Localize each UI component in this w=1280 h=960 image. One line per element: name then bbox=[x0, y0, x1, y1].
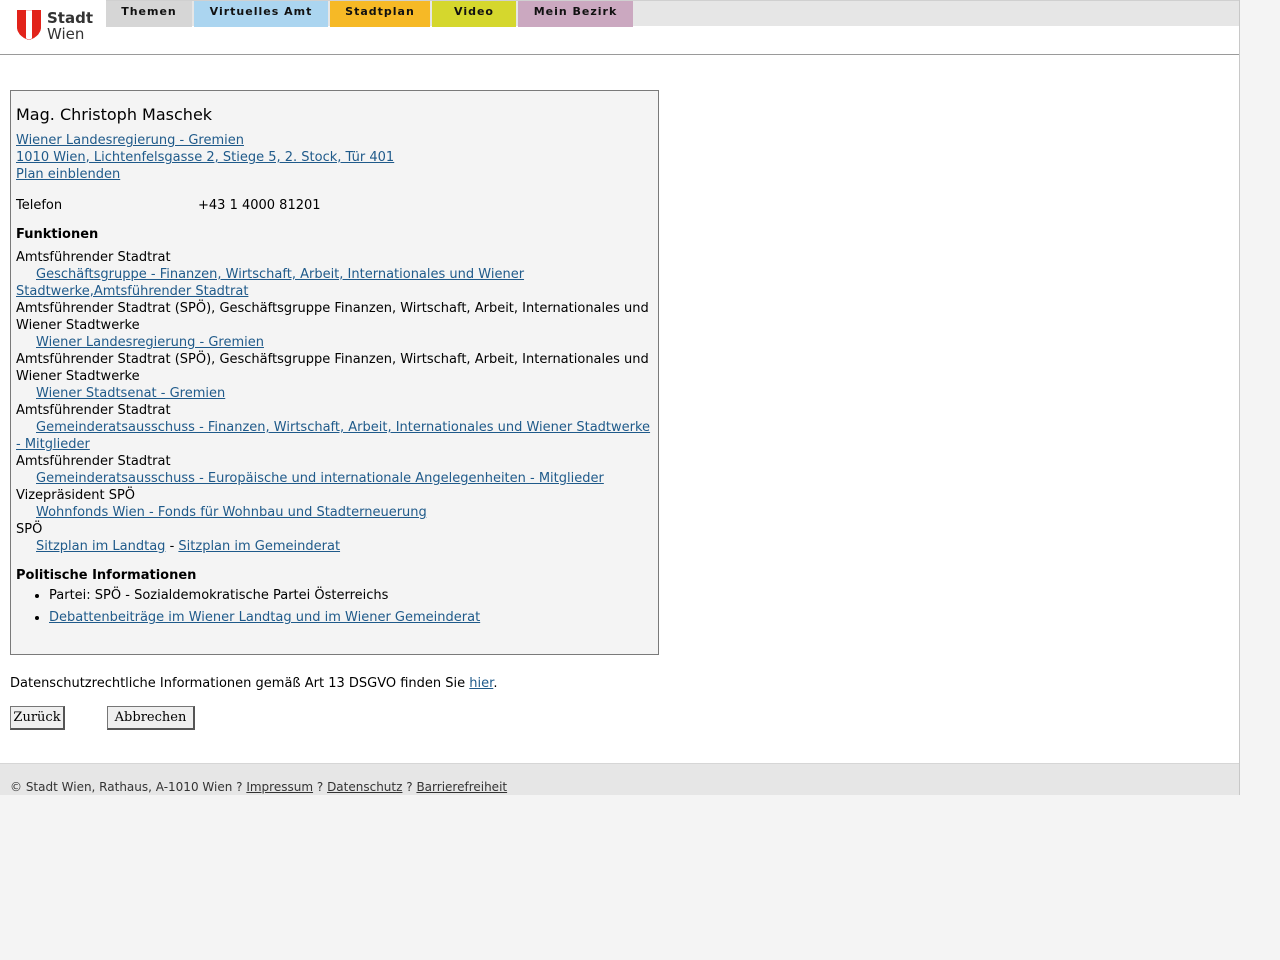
stadt-wien-logo[interactable]: Stadt Wien bbox=[17, 10, 97, 42]
function-role: Amtsführender Stadtrat (SPÖ), Geschäftsg… bbox=[16, 352, 649, 367]
footer-separator: ? bbox=[316, 780, 324, 794]
function-link-ausschuss-finanzen[interactable]: Gemeinderatsausschuss - Finanzen, Wirtsc… bbox=[36, 420, 650, 435]
seating-plan-links: Sitzplan im Landtag - Sitzplan im Gemein… bbox=[36, 539, 340, 554]
logo-text: Stadt Wien bbox=[47, 10, 93, 42]
debates-link[interactable]: Debattenbeiträge im Wiener Landtag und i… bbox=[49, 610, 480, 625]
logo-line-2: Wien bbox=[47, 25, 85, 43]
nav-tab-themen[interactable]: Themen bbox=[106, 1, 192, 27]
footer-copyright: © Stadt Wien, Rathaus, A-1010 Wien ? bbox=[10, 780, 243, 794]
function-role-cont: Wiener Stadtwerke bbox=[16, 369, 140, 384]
function-role: Amtsführender Stadtrat bbox=[16, 250, 171, 265]
function-link-wohnfonds[interactable]: Wohnfonds Wien - Fonds für Wohnbau und S… bbox=[36, 505, 427, 520]
person-name: Mag. Christoph Maschek bbox=[16, 105, 213, 124]
political-info-list: Partei: SPÖ - Sozialdemokratische Partei… bbox=[16, 587, 480, 631]
organisation-link[interactable]: Wiener Landesregierung - Gremien bbox=[16, 133, 244, 148]
back-button[interactable]: Zurück bbox=[10, 706, 65, 730]
footer-links: © Stadt Wien, Rathaus, A-1010 Wien ? Imp… bbox=[10, 780, 507, 794]
nav-tab-virtuelles-amt[interactable]: Virtuelles Amt bbox=[194, 1, 328, 27]
footer-separator: ? bbox=[406, 780, 413, 794]
nav-tab-mein-bezirk[interactable]: Mein Bezirk bbox=[518, 1, 633, 27]
logo-line-1: Stadt bbox=[47, 9, 94, 27]
function-link-landesregierung[interactable]: Wiener Landesregierung - Gremien bbox=[36, 335, 264, 350]
privacy-end: . bbox=[493, 676, 498, 691]
seating-plan-separator: - bbox=[169, 539, 175, 554]
function-role: SPÖ bbox=[16, 522, 43, 537]
phone-value: +43 1 4000 81201 bbox=[198, 198, 321, 213]
function-link-ausschuss-europa[interactable]: Gemeinderatsausschuss - Europäische und … bbox=[36, 471, 604, 486]
function-role: Amtsführender Stadtrat bbox=[16, 403, 171, 418]
function-role-cont: Wiener Stadtwerke bbox=[16, 318, 140, 333]
function-role: Amtsführender Stadtrat (SPÖ), Geschäftsg… bbox=[16, 301, 649, 316]
nav-tab-video[interactable]: Video bbox=[432, 1, 516, 27]
privacy-link[interactable]: hier bbox=[469, 676, 493, 691]
wien-shield-icon bbox=[17, 10, 41, 40]
privacy-notice: Datenschutzrechtliche Informationen gemä… bbox=[10, 676, 497, 691]
function-link-geschaeftsgruppe-cont[interactable]: Stadtwerke,Amtsführender Stadtrat bbox=[16, 284, 248, 299]
list-item: Debattenbeiträge im Wiener Landtag und i… bbox=[49, 609, 480, 626]
footer-barrierefreiheit-link[interactable]: Barrierefreiheit bbox=[416, 780, 507, 794]
main-navigation: Themen Virtuelles Amt Stadtplan Video Me… bbox=[106, 0, 1239, 27]
page: Stadt Wien Themen Virtuelles Amt Stadtpl… bbox=[0, 0, 1240, 795]
privacy-text: Datenschutzrechtliche Informationen gemä… bbox=[10, 676, 466, 691]
function-link-stadtsenat[interactable]: Wiener Stadtsenat - Gremien bbox=[36, 386, 225, 401]
footer-impressum-link[interactable]: Impressum bbox=[246, 780, 313, 794]
phone-label: Telefon bbox=[16, 198, 63, 213]
person-profile-box: Mag. Christoph Maschek Wiener Landesregi… bbox=[10, 90, 659, 655]
seating-plan-landtag-link[interactable]: Sitzplan im Landtag bbox=[36, 539, 165, 554]
show-map-link[interactable]: Plan einblenden bbox=[16, 167, 120, 182]
function-link-ausschuss-finanzen-cont[interactable]: - Mitglieder bbox=[16, 437, 90, 452]
site-header: Stadt Wien Themen Virtuelles Amt Stadtpl… bbox=[0, 0, 1239, 55]
footer-datenschutz-link[interactable]: Datenschutz bbox=[327, 780, 402, 794]
function-role: Vizepräsident SPÖ bbox=[16, 488, 136, 503]
function-link-geschaeftsgruppe[interactable]: Geschäftsgruppe - Finanzen, Wirtschaft, … bbox=[36, 267, 524, 282]
seating-plan-gemeinderat-link[interactable]: Sitzplan im Gemeinderat bbox=[178, 539, 340, 554]
list-item: Partei: SPÖ - Sozialdemokratische Partei… bbox=[49, 587, 480, 604]
political-info-heading: Politische Informationen bbox=[16, 568, 197, 583]
functions-heading: Funktionen bbox=[16, 227, 99, 242]
site-footer: © Stadt Wien, Rathaus, A-1010 Wien ? Imp… bbox=[0, 763, 1239, 795]
function-role: Amtsführender Stadtrat bbox=[16, 454, 171, 469]
nav-tab-stadtplan[interactable]: Stadtplan bbox=[330, 1, 430, 27]
party-text: Partei: SPÖ - Sozialdemokratische Partei… bbox=[49, 588, 389, 603]
cancel-button[interactable]: Abbrechen bbox=[107, 706, 195, 730]
address-link[interactable]: 1010 Wien, Lichtenfelsgasse 2, Stiege 5,… bbox=[16, 150, 394, 165]
